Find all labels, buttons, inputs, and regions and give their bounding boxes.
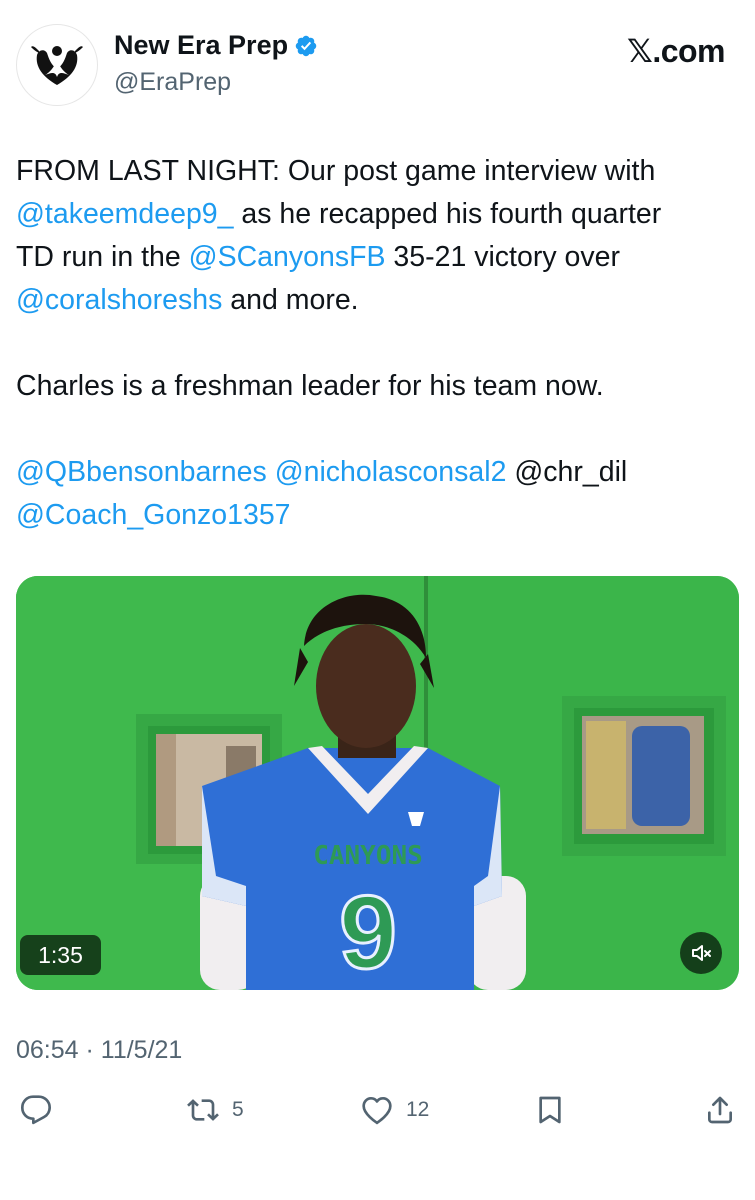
mention-qbbensonbarnes[interactable]: @QBbensonbarnes	[16, 456, 267, 488]
video-duration-badge: 1:35	[20, 935, 101, 975]
tweet-text-line3: TD run in the	[16, 241, 189, 273]
jersey-text: CANYONS	[313, 841, 423, 871]
mention-coralshoreshs[interactable]: @coralshoreshs	[16, 284, 222, 316]
like-icon	[362, 1097, 392, 1125]
action-bar: 5 12	[0, 1090, 755, 1134]
jersey-number: 9	[339, 875, 397, 990]
avatar[interactable]	[16, 24, 98, 106]
mention-coach-gonzo1357[interactable]: @Coach_Gonzo1357	[16, 499, 291, 531]
tweet-header: New Era Prep @EraPrep 𝕏.com	[0, 0, 755, 110]
share-button[interactable]	[704, 1090, 736, 1130]
share-icon	[708, 1096, 732, 1124]
retweet-count: 5	[232, 1098, 244, 1121]
tweet-text: FROM LAST NIGHT: Our post game interview…	[16, 150, 741, 537]
retweet-icon	[187, 1099, 219, 1121]
mention-takeemdeep9[interactable]: @takeemdeep9_	[16, 198, 234, 230]
like-count: 12	[406, 1098, 430, 1121]
reply-icon	[21, 1095, 51, 1125]
site-suffix: .com	[652, 33, 725, 69]
tweet-paragraph-2: Charles is a freshman leader for his tea…	[16, 370, 604, 402]
tweet-text-line4-rest: and more.	[222, 284, 359, 316]
retweet-button[interactable]: 5	[186, 1090, 244, 1130]
tweet-paragraph-1: FROM LAST NIGHT: Our post game interview…	[16, 150, 741, 322]
x-logo-icon: 𝕏	[627, 32, 653, 70]
tweet-text-line3-rest: 35-21 victory over	[385, 241, 620, 273]
display-name[interactable]: New Era Prep	[114, 30, 288, 61]
mute-button[interactable]	[680, 932, 722, 974]
video-player[interactable]: CANYONS 9	[16, 576, 739, 990]
tweet-timestamp[interactable]: 06:54 · 11/5/21	[16, 1036, 182, 1065]
video-frame: CANYONS 9	[16, 576, 739, 990]
mention-scanyonsfb[interactable]: @SCanyonsFB	[189, 241, 386, 273]
tweet-text-line2: as he recapped his fourth quarter	[233, 198, 662, 230]
tweet-text-line1: FROM LAST NIGHT: Our post game interview…	[16, 155, 656, 187]
handle[interactable]: @EraPrep	[114, 68, 231, 97]
mention-chr-dil[interactable]: @chr_dil	[514, 456, 627, 488]
mute-icon	[692, 945, 711, 961]
reply-button[interactable]	[20, 1090, 64, 1130]
tweet-paragraph-3: @QBbensonbarnes @nicholasconsal2 @chr_di…	[16, 451, 741, 537]
name-row: New Era Prep	[114, 30, 318, 61]
bookmark-icon	[539, 1096, 561, 1124]
mention-nicholasconsal2[interactable]: @nicholasconsal2	[275, 456, 507, 488]
new-era-prep-logo-icon	[31, 46, 83, 85]
like-button[interactable]: 12	[360, 1090, 429, 1130]
verified-badge-icon	[295, 35, 317, 56]
bookmark-button[interactable]	[534, 1090, 566, 1130]
x-com-logo[interactable]: 𝕏.com	[627, 32, 725, 70]
